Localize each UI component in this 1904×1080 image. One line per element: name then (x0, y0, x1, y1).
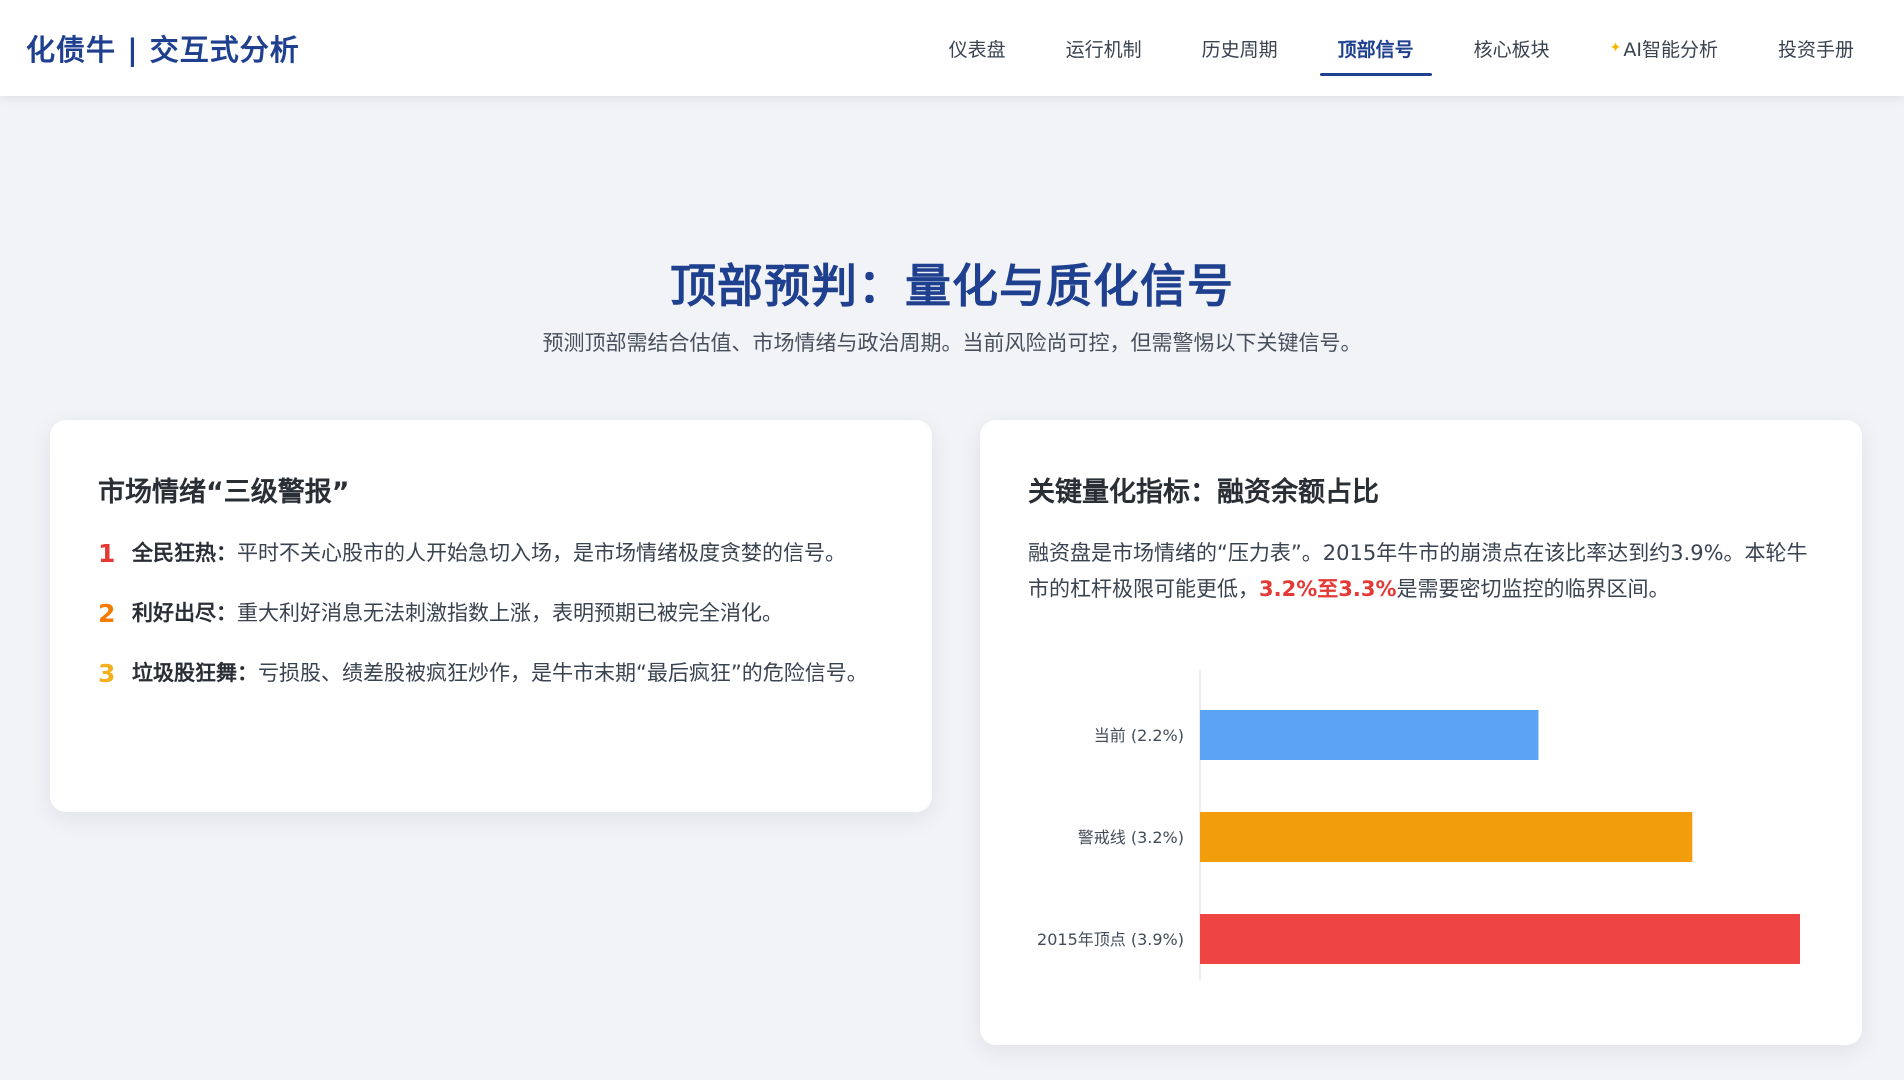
page-title: 顶部预判：量化与质化信号 (670, 259, 1234, 313)
nav-tab-6[interactable]: 投资手册 (1760, 0, 1872, 96)
nav-tab-3[interactable]: 顶部信号 (1319, 0, 1432, 96)
sentiment-alert-title: 市场情绪“三级警报” (98, 477, 350, 508)
critical-range-highlight: 3.2%至3.3% (1259, 577, 1397, 601)
nav-tab-label: 顶部信号 (1337, 38, 1414, 61)
alert-heading: 利好出尽： (132, 601, 237, 625)
alert-number: 1 (98, 539, 116, 568)
bar-label-2: 2015年顶点 (3.9%) (1037, 930, 1184, 949)
alert-body: 亏损股、绩差股被疯狂炒作，是牛市末期“最后疯狂”的危险信号。 (258, 661, 868, 685)
alert-text: 垃圾股狂舞：亏损股、绩差股被疯狂炒作，是牛市末期“最后疯狂”的危险信号。 (132, 655, 868, 691)
bar-2[interactable] (1200, 914, 1800, 964)
nav-tab-label: 核心板块 (1473, 38, 1550, 61)
nav-tab-label: AI智能分析 (1623, 38, 1718, 61)
margin-ratio-bar-chart: 当前 (2.2%) 警戒线 (3.2%) 2015年顶点 (3.9%) (1037, 670, 1800, 980)
alert-number: 3 (98, 659, 116, 688)
alert-heading: 垃圾股狂舞： (132, 661, 258, 685)
sentiment-alert-card: 市场情绪“三级警报” 1 全民狂热：平时不关心股市的人开始急切入场，是市场情绪极度… (50, 420, 932, 812)
alert-body: 重大利好消息无法刺激指数上涨，表明预期已被完全消化。 (237, 601, 783, 625)
nav-tab-0[interactable]: 仪表盘 (931, 0, 1024, 96)
alert-heading: 全民狂热： (132, 541, 237, 565)
nav-tab-1[interactable]: 运行机制 (1048, 0, 1160, 96)
alert-list: 1 全民狂热：平时不关心股市的人开始急切入场，是市场情绪极度贪婪的信号。 2 利好出尽… (98, 535, 884, 691)
margin-ratio-description: 融资盘是市场情绪的“压力表”。2015年牛市的崩溃点在该比率达到约3.9%。本轮… (1028, 535, 1814, 607)
nav-tab-4[interactable]: 核心板块 (1456, 0, 1568, 96)
nav-tab-label: 历史周期 (1201, 38, 1278, 61)
bar-1[interactable] (1200, 812, 1693, 862)
nav-tab-2[interactable]: 历史周期 (1184, 0, 1296, 96)
alert-text: 利好出尽：重大利好消息无法刺激指数上涨，表明预期已被完全消化。 (132, 595, 783, 631)
nav-tab-label: 投资手册 (1777, 38, 1854, 61)
nav-tab-label: 仪表盘 (948, 38, 1006, 61)
sparkle-icon: ✦ (1609, 40, 1622, 56)
top-nav-bar: 化债牛 | 交互式分析 仪表盘 运行机制 历史周期 顶部信号 核心板块 ✦ AI智能分析 投资… (0, 0, 1904, 96)
alert-body: 平时不关心股市的人开始急切入场，是市场情绪极度贪婪的信号。 (237, 541, 846, 565)
nav-tab-label: 运行机制 (1065, 38, 1142, 61)
alert-number: 2 (98, 599, 116, 628)
alert-text: 全民狂热：平时不关心股市的人开始急切入场，是市场情绪极度贪婪的信号。 (132, 535, 846, 571)
margin-ratio-title: 关键量化指标：融资余额占比 (1028, 477, 1379, 508)
alert-item: 1 全民狂热：平时不关心股市的人开始急切入场，是市场情绪极度贪婪的信号。 (98, 535, 884, 571)
bar-label-0: 当前 (2.2%) (1094, 726, 1184, 745)
nav-tab-5[interactable]: ✦ AI智能分析 (1592, 0, 1736, 96)
bar-label-1: 警戒线 (3.2%) (1078, 828, 1184, 847)
bar-0[interactable] (1200, 710, 1539, 760)
margin-ratio-card: 关键量化指标：融资余额占比 融资盘是市场情绪的“压力表”。2015年牛市的崩溃点… (980, 420, 1862, 1045)
page-subtitle: 预测顶部需结合估值、市场情绪与政治周期。当前风险尚可控，但需警惕以下关键信号。 (542, 331, 1362, 355)
description-text-tail: 是需要密切监控的临界区间。 (1396, 577, 1670, 601)
brand-title[interactable]: 化债牛 | 交互式分析 (26, 27, 300, 69)
alert-item: 3 垃圾股狂舞：亏损股、绩差股被疯狂炒作，是牛市末期“最后疯狂”的危险信号。 (98, 655, 884, 691)
alert-item: 2 利好出尽：重大利好消息无法刺激指数上涨，表明预期已被完全消化。 (98, 595, 884, 631)
main-nav: 仪表盘 运行机制 历史周期 顶部信号 核心板块 ✦ AI智能分析 投资手册 (907, 0, 1872, 96)
